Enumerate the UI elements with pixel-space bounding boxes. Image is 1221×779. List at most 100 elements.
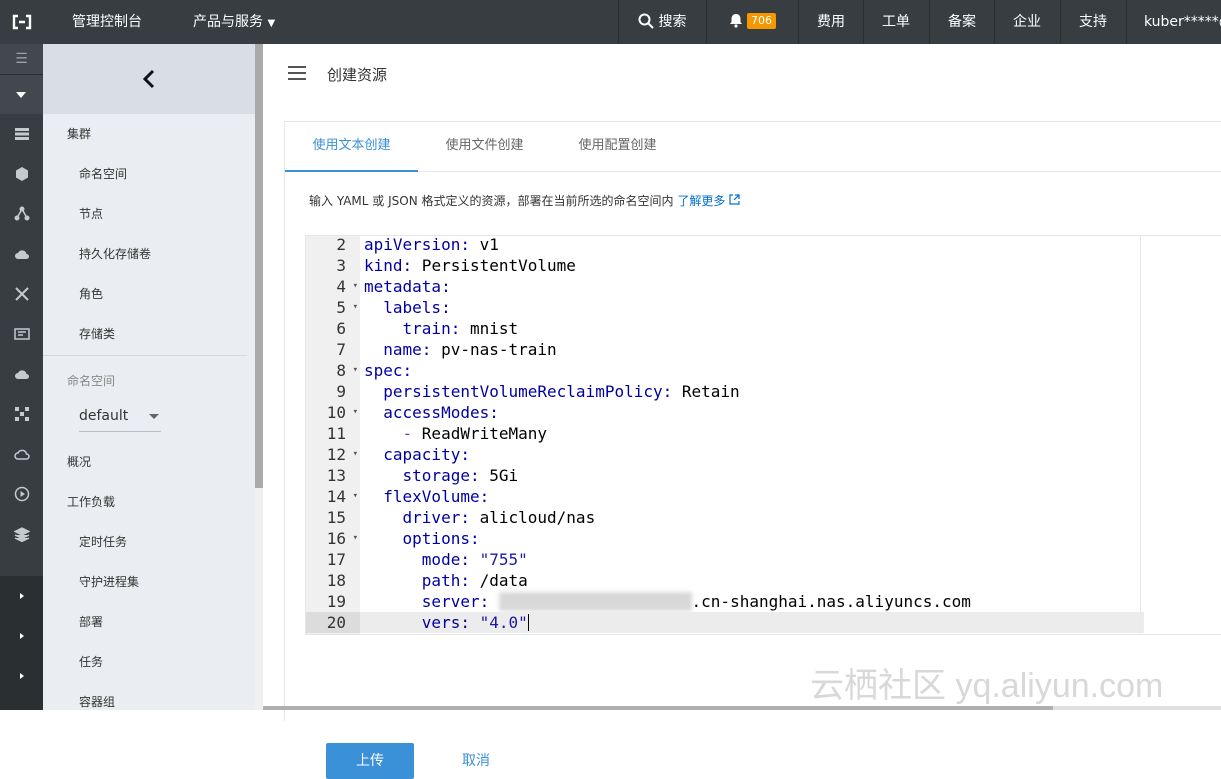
- line-number: 15: [326, 508, 346, 527]
- tickets-link[interactable]: 工单: [882, 0, 910, 44]
- divider: [618, 0, 619, 44]
- console-link[interactable]: 管理控制台: [72, 0, 142, 44]
- products-menu[interactable]: 产品与服务 ▼: [193, 0, 275, 44]
- chevron-left-icon: [142, 69, 155, 89]
- support-link[interactable]: 支持: [1079, 0, 1107, 44]
- line-number: 20: [306, 612, 360, 633]
- create-resource-panel: 使用文本创建 使用文件创建 使用配置创建 输入 YAML 或 JSON 格式定义…: [284, 121, 1221, 779]
- code-line[interactable]: train: mnist: [360, 318, 519, 339]
- code-line[interactable]: path: /data: [360, 570, 528, 591]
- sidebar-item-persistent-volumes[interactable]: 持久化存储卷: [43, 234, 255, 274]
- scrollbar-thumb[interactable]: [263, 706, 1053, 710]
- code-line[interactable]: apiVersion: v1: [360, 236, 499, 255]
- icon-rail: ☰: [0, 44, 43, 710]
- sidebar-item-cronjobs[interactable]: 定时任务: [43, 522, 255, 562]
- tab-create-from-text[interactable]: 使用文本创建: [285, 122, 418, 172]
- code-line[interactable]: vers: "4.0": [360, 612, 1144, 633]
- tab-create-from-config[interactable]: 使用配置创建: [551, 122, 684, 172]
- play-circle-icon[interactable]: [0, 474, 43, 514]
- sidebar-item-clusters[interactable]: 集群: [43, 114, 255, 154]
- code-line[interactable]: server: xxxxfcc94xxxx-xxm5r0.cn-shanghai…: [360, 591, 971, 612]
- icp-link[interactable]: 备案: [948, 0, 976, 44]
- line-number: 8: [306, 360, 360, 381]
- sidebar-item-nodes[interactable]: 节点: [43, 194, 255, 234]
- products-label: 产品与服务: [193, 14, 263, 30]
- sidebar-item-workloads[interactable]: 工作负载: [43, 482, 255, 522]
- code-area[interactable]: apiVersion: v1 kind: PersistentVolume meta…: [360, 236, 1144, 634]
- terminal-icon[interactable]: [0, 314, 43, 354]
- back-button[interactable]: [43, 44, 255, 114]
- container-service-icon[interactable]: [0, 154, 43, 194]
- tab-create-from-file[interactable]: 使用文件创建: [418, 122, 551, 172]
- line-number: 18: [326, 571, 346, 590]
- line-number-gutter: 2 3456 7891011121314151617 18 1920: [306, 235, 360, 634]
- sidebar-item-jobs[interactable]: 任务: [43, 642, 255, 682]
- cloud-outline-icon[interactable]: [0, 434, 43, 474]
- code-line[interactable]: name: pv-nas-train: [360, 339, 556, 360]
- yaml-editor[interactable]: 2 3456 7891011121314151617 18 1920 apiVersio…: [305, 235, 1221, 635]
- notification-count-badge: 706: [747, 13, 776, 29]
- namespace-select[interactable]: default: [79, 404, 161, 432]
- topology-icon[interactable]: [0, 394, 43, 434]
- line-number: 5: [306, 297, 360, 318]
- code-line[interactable]: metadata:: [360, 276, 451, 297]
- code-line[interactable]: driver: alicloud/nas: [360, 507, 596, 528]
- cancel-button[interactable]: 取消: [449, 743, 503, 779]
- code-line[interactable]: labels:: [360, 297, 450, 318]
- line-number: 6: [336, 319, 346, 338]
- line-number: 7: [336, 340, 346, 359]
- code-line[interactable]: mode: "755": [360, 549, 528, 570]
- line-number: 12: [306, 444, 360, 465]
- learn-more-link[interactable]: 了解更多: [677, 194, 740, 208]
- line-number: 16: [306, 528, 360, 549]
- code-line[interactable]: options:: [360, 528, 480, 549]
- collapse-menu-icon[interactable]: ☰: [0, 44, 43, 74]
- divider: [1060, 0, 1061, 44]
- print-margin: [1140, 236, 1141, 634]
- code-line[interactable]: capacity:: [360, 444, 470, 465]
- sidebar: 集群 命名空间 节点 持久化存储卷 角色 存储类 命名空间 default 概况…: [43, 44, 255, 710]
- sidebar-scrollbar[interactable]: [255, 44, 263, 710]
- network-icon[interactable]: [0, 194, 43, 234]
- cross-arrows-icon[interactable]: [0, 274, 43, 314]
- bell-icon: [730, 14, 742, 28]
- sidebar-item-storage-classes[interactable]: 存储类: [43, 314, 255, 354]
- expand-toggle[interactable]: [0, 74, 43, 114]
- cloud-icon[interactable]: [0, 354, 43, 394]
- user-menu[interactable]: kuber*****@: [1144, 0, 1221, 44]
- code-line[interactable]: storage: 5Gi: [360, 465, 519, 486]
- search-button[interactable]: 搜索: [638, 0, 686, 44]
- sidebar-item-deployments[interactable]: 部署: [43, 602, 255, 642]
- caret-right-icon[interactable]: [0, 616, 43, 656]
- watermark: 云栖社区 yq.aliyun.com: [810, 667, 1164, 705]
- server-icon[interactable]: [0, 114, 43, 154]
- sidebar-item-daemonsets[interactable]: 守护进程集: [43, 562, 255, 602]
- billing-link[interactable]: 费用: [817, 0, 845, 44]
- notifications-button[interactable]: 706: [729, 0, 776, 44]
- sidebar-item-roles[interactable]: 角色: [43, 274, 255, 314]
- cloud-upload-icon[interactable]: [0, 234, 43, 274]
- layers-icon[interactable]: [0, 514, 43, 554]
- code-line[interactable]: persistentVolumeReclaimPolicy: Retain: [360, 381, 739, 402]
- top-navbar: 管理控制台 产品与服务 ▼ 搜索 706 费用 工单 备案 企业 支持 kube…: [0, 0, 1221, 44]
- line-number: 9: [336, 382, 346, 401]
- upload-button[interactable]: 上传: [326, 743, 414, 779]
- divider: [863, 0, 864, 44]
- horizontal-scrollbar[interactable]: [263, 706, 1221, 710]
- sidebar-item-namespaces[interactable]: 命名空间: [43, 154, 255, 194]
- caret-right-icon[interactable]: [0, 656, 43, 696]
- code-line[interactable]: flexVolume:: [360, 486, 489, 507]
- line-number: 17: [326, 550, 346, 569]
- sidebar-item-pods[interactable]: 容器组: [43, 682, 255, 710]
- divider: [1126, 0, 1127, 44]
- caret-right-icon[interactable]: [0, 576, 43, 616]
- aliyun-logo-icon[interactable]: [0, 0, 43, 44]
- enterprise-link[interactable]: 企业: [1013, 0, 1041, 44]
- code-line[interactable]: accessModes:: [360, 402, 499, 423]
- scrollbar-thumb[interactable]: [255, 44, 263, 488]
- hamburger-menu-icon[interactable]: [288, 66, 306, 80]
- code-line[interactable]: spec:: [360, 360, 412, 381]
- code-line[interactable]: kind: PersistentVolume: [360, 255, 576, 276]
- code-line[interactable]: - ReadWriteMany: [360, 423, 548, 444]
- sidebar-item-overview[interactable]: 概况: [43, 442, 255, 482]
